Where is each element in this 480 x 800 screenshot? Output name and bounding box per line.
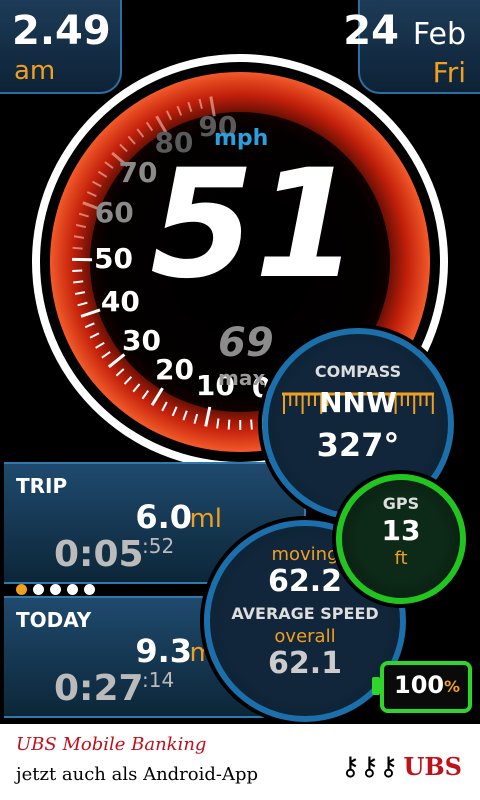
current-speed: 51: [150, 138, 359, 312]
date-month: Feb: [412, 17, 466, 52]
page-dot[interactable]: [16, 584, 27, 595]
ad-banner[interactable]: UBS Mobile Banking jetzt auch als Androi…: [0, 724, 480, 800]
trip-distance: 6.0: [135, 498, 192, 536]
ad-brand-logo: UBS: [403, 752, 462, 781]
speed-scale-label: 60: [94, 196, 134, 229]
ubs-keys-icon: ⚷⚷⚷: [340, 752, 398, 782]
battery-value: 100: [394, 671, 445, 699]
trip-label: TRIP: [16, 474, 68, 498]
battery-unit: %: [444, 677, 461, 696]
time-panel: 2.49 am: [0, 0, 122, 94]
clock-time: 2.49: [12, 8, 111, 54]
gps-unit: ft: [394, 548, 408, 569]
page-indicator[interactable]: [16, 584, 95, 595]
clock-ampm: am: [14, 56, 56, 86]
max-speed-label: max: [218, 366, 266, 390]
trip-distance-unit: ml: [189, 504, 222, 534]
gps-accuracy: 13: [381, 514, 421, 547]
today-duration-seconds: :14: [142, 668, 175, 692]
compass-label: COMPASS: [314, 362, 402, 381]
page-dot[interactable]: [67, 584, 78, 595]
page-dot[interactable]: [84, 584, 95, 595]
avg-overall-label: overall: [274, 626, 336, 647]
battery-tip-icon: [372, 677, 380, 695]
dial-tick: [72, 246, 83, 250]
dial-tick: [250, 419, 253, 430]
max-speed-value: 69: [218, 320, 274, 366]
compass-direction: NNW: [319, 386, 397, 419]
date-label: 24 Feb: [343, 8, 466, 54]
dial-tick: [227, 419, 231, 430]
date-panel: 24 Feb Fri: [343, 0, 480, 94]
compass-heading: 327°: [316, 426, 400, 464]
date-weekday: Fri: [432, 56, 466, 89]
trip-duration-seconds: :52: [142, 534, 175, 558]
today-distance: 9.3: [135, 632, 192, 670]
dial-tick: [216, 418, 220, 429]
speed-scale-label: 20: [155, 353, 194, 387]
gps-widget[interactable]: GPS 13 ft: [336, 474, 466, 604]
page-dot[interactable]: [33, 584, 44, 595]
dial-tick: [72, 269, 83, 272]
dial-tick: [73, 280, 84, 284]
today-duration: 0:27: [54, 668, 144, 709]
ad-line-2: jetzt auch als Android-App: [16, 764, 259, 785]
ad-line-1: UBS Mobile Banking: [16, 734, 207, 755]
page-dot[interactable]: [50, 584, 61, 595]
avg-overall-value: 62.1: [267, 646, 343, 681]
date-day: 24: [343, 8, 399, 54]
gps-label: GPS: [382, 494, 420, 513]
avg-speed-title: AVERAGE SPEED: [231, 604, 379, 623]
battery-indicator: 100 %: [372, 661, 472, 713]
trip-duration: 0:05: [54, 534, 144, 575]
speed-scale-label: 40: [100, 285, 140, 319]
speed-scale-label: 30: [122, 323, 162, 357]
today-label: TODAY: [16, 608, 92, 632]
speed-scale-label: 50: [94, 242, 133, 275]
